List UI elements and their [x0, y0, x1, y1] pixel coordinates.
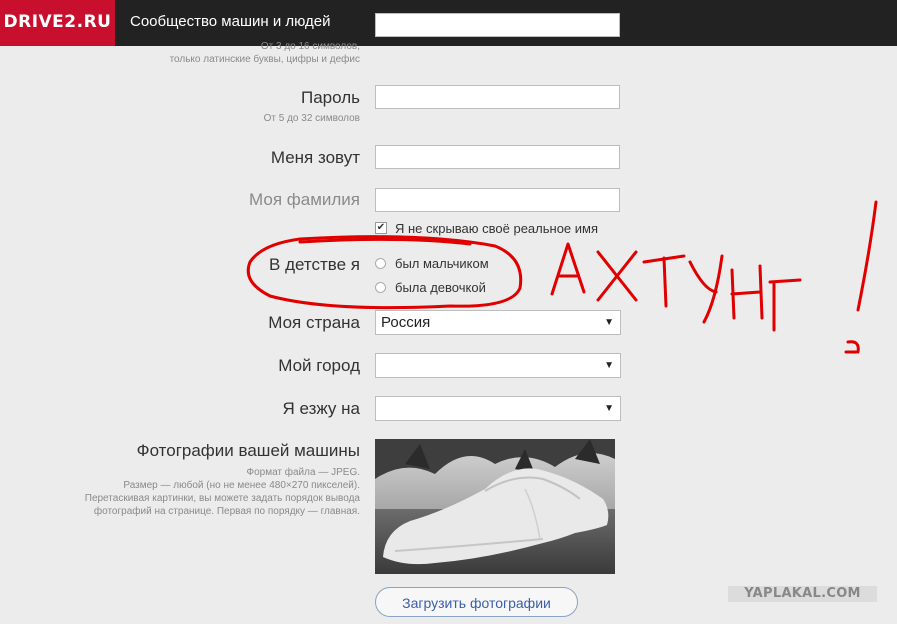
watermark: YAPLAKAL.COM: [728, 586, 877, 602]
handwritten-annotation: [246, 200, 878, 354]
